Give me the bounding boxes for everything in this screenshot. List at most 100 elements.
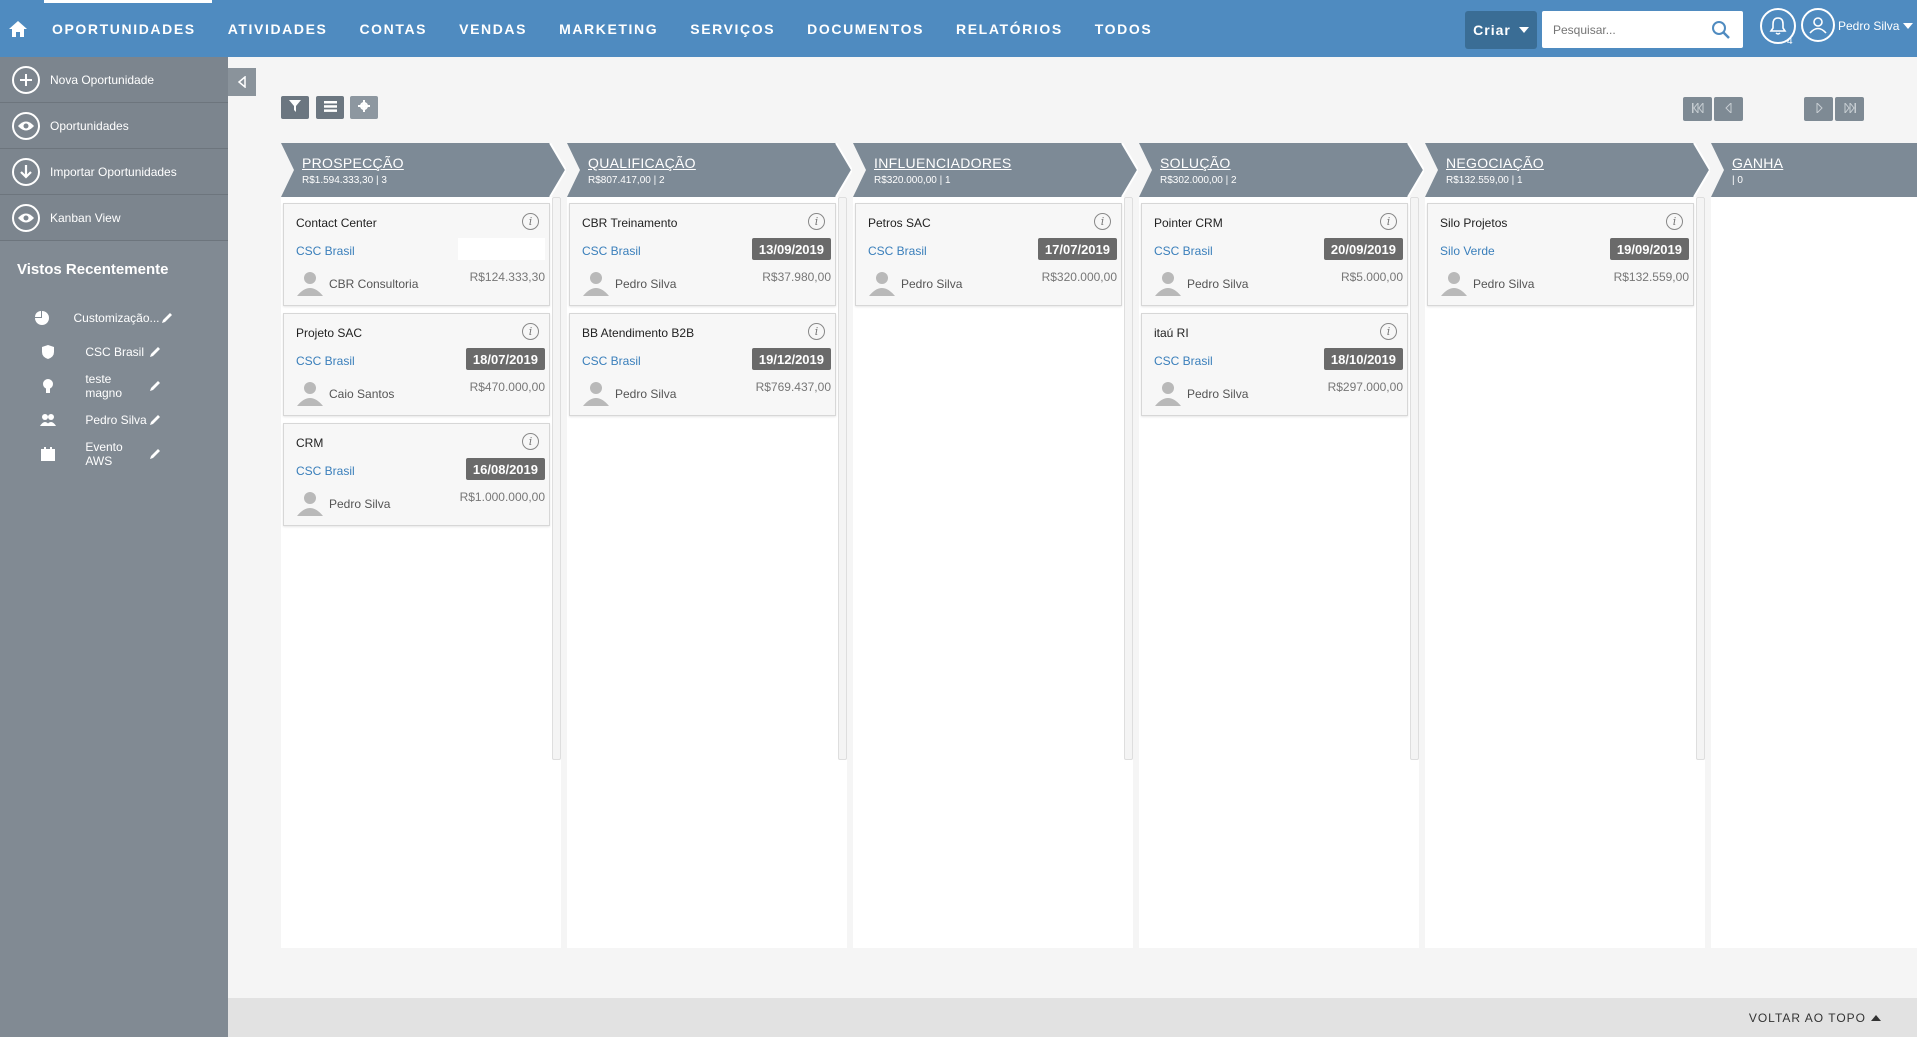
column-scrollbar[interactable] <box>552 197 561 760</box>
previous-page-button[interactable] <box>1714 97 1743 121</box>
info-icon[interactable]: i <box>1380 213 1397 230</box>
info-icon[interactable]: i <box>808 213 825 230</box>
card-title[interactable]: Silo Projetos <box>1440 216 1507 230</box>
nav-servicos[interactable]: Serviços <box>674 0 791 57</box>
card-account-link[interactable]: Silo Verde <box>1440 244 1495 258</box>
opportunity-card[interactable]: Petros SAC i CSC Brasil 17/07/2019 Pedro Sil… <box>855 203 1122 306</box>
nav-vendas[interactable]: Vendas <box>443 0 543 57</box>
column-summary: R$132.559,00 | 1 <box>1446 175 1523 186</box>
opportunity-card[interactable]: itaú RI i CSC Brasil 18/10/2019 Pedro Silva R… <box>1141 313 1408 416</box>
card-title[interactable]: CRM <box>296 436 323 450</box>
info-icon[interactable]: i <box>522 433 539 450</box>
recent-item[interactable]: Pedro Silva <box>0 403 228 437</box>
column-header[interactable]: Ganha | 0 <box>1711 143 1917 197</box>
nav-contas[interactable]: Contas <box>343 0 443 57</box>
card-account-link[interactable]: CSC Brasil <box>582 244 641 258</box>
card-account-link[interactable]: CSC Brasil <box>296 244 355 258</box>
user-icon[interactable] <box>1801 8 1835 42</box>
nav-documentos[interactable]: Documentos <box>791 0 940 57</box>
new-opportunity-action[interactable]: Nova Oportunidade <box>0 57 228 103</box>
card-title[interactable]: Projeto SAC <box>296 326 362 340</box>
card-account-link[interactable]: CSC Brasil <box>296 354 355 368</box>
next-page-button[interactable] <box>1804 97 1833 121</box>
view-opportunities-action[interactable]: Oportunidades <box>0 103 228 149</box>
card-title[interactable]: Pointer CRM <box>1154 216 1223 230</box>
info-icon[interactable]: i <box>1380 323 1397 340</box>
column-scrollbar[interactable] <box>838 197 847 760</box>
info-icon[interactable]: i <box>808 323 825 340</box>
pencil-icon[interactable] <box>148 379 210 393</box>
card-owner: Pedro Silva <box>1187 387 1249 401</box>
last-page-button[interactable] <box>1835 97 1864 121</box>
card-title[interactable]: Contact Center <box>296 216 377 230</box>
card-account-link[interactable]: CSC Brasil <box>1154 244 1213 258</box>
create-button[interactable]: Criar <box>1465 11 1537 49</box>
column-scrollbar[interactable] <box>1124 197 1133 760</box>
column-summary: | 0 <box>1732 175 1743 186</box>
import-opportunities-action[interactable]: Importar Oportunidades <box>0 149 228 195</box>
card-owner: Pedro Silva <box>1473 277 1535 291</box>
card-title[interactable]: BB Atendimento B2B <box>582 326 694 340</box>
pencil-icon[interactable] <box>148 447 210 461</box>
info-icon[interactable]: i <box>1666 213 1683 230</box>
opportunity-card[interactable]: Pointer CRM i CSC Brasil 20/09/2019 Pedro Si… <box>1141 203 1408 306</box>
card-account-link[interactable]: CSC Brasil <box>582 354 641 368</box>
recent-item[interactable]: Evento AWS <box>0 437 228 471</box>
recent-item[interactable]: Customização... <box>0 301 228 335</box>
card-account-link[interactable]: CSC Brasil <box>296 464 355 478</box>
home-icon[interactable] <box>0 0 36 57</box>
column-header[interactable]: Qualificação R$807.417,00 | 2 <box>567 143 852 197</box>
footer: VOLTAR AO TOPO <box>228 998 1917 1037</box>
list-icon <box>323 99 337 117</box>
kanban-column: Solução R$302.000,00 | 2 Pointer CRM i CSC B… <box>1139 143 1424 948</box>
recent-item[interactable]: teste magno <box>0 369 228 403</box>
column-header[interactable]: Prospecção R$1.594.333,30 | 3 <box>281 143 566 197</box>
opportunity-card[interactable]: CRM i CSC Brasil 16/08/2019 Pedro Silva R$1.0… <box>283 423 550 526</box>
nav-atividades[interactable]: Atividades <box>212 0 344 57</box>
column-summary: R$807.417,00 | 2 <box>588 175 665 186</box>
card-account-link[interactable]: CSC Brasil <box>1154 354 1213 368</box>
search-input[interactable] <box>1542 22 1702 37</box>
nav-marketing[interactable]: Marketing <box>543 0 674 57</box>
recent-item-label: Pedro Silva <box>85 413 147 427</box>
card-owner: Pedro Silva <box>329 497 391 511</box>
info-icon[interactable]: i <box>522 323 539 340</box>
info-icon[interactable]: i <box>1094 213 1111 230</box>
kanban-view-action[interactable]: Kanban View <box>0 195 228 241</box>
caret-up-icon <box>1871 1015 1881 1021</box>
pencil-icon[interactable] <box>160 311 210 325</box>
card-account-link[interactable]: CSC Brasil <box>868 244 927 258</box>
column-scrollbar[interactable] <box>1696 197 1705 760</box>
search-icon[interactable] <box>1711 20 1731 45</box>
card-title[interactable]: itaú RI <box>1154 326 1189 340</box>
settings-button[interactable] <box>350 96 378 119</box>
nav-todos[interactable]: Todos <box>1079 0 1169 57</box>
user-menu[interactable]: Pedro Silva <box>1838 19 1914 33</box>
card-title[interactable]: Petros SAC <box>868 216 931 230</box>
nav-oportunidades[interactable]: Oportunidades <box>36 0 212 57</box>
first-page-button[interactable] <box>1683 97 1712 121</box>
search-box[interactable] <box>1542 11 1743 48</box>
action-label: Oportunidades <box>50 118 129 133</box>
nav-relatorios[interactable]: Relatórios <box>940 0 1079 57</box>
opportunity-card[interactable]: Contact Center i CSC Brasil CBR Consultoria… <box>283 203 550 306</box>
column-body: CBR Treinamento i CSC Brasil 13/09/2019 Pedr… <box>567 197 847 948</box>
list-view-button[interactable] <box>316 96 344 119</box>
column-header[interactable]: Influenciadores R$320.000,00 | 1 <box>853 143 1138 197</box>
pencil-icon[interactable] <box>148 413 210 427</box>
pencil-icon[interactable] <box>148 345 210 359</box>
column-scrollbar[interactable] <box>1410 197 1419 760</box>
filter-button[interactable] <box>281 96 309 119</box>
column-header[interactable]: Negociação R$132.559,00 | 1 <box>1425 143 1710 197</box>
recent-item[interactable]: CSC Brasil <box>0 335 228 369</box>
card-title[interactable]: CBR Treinamento <box>582 216 677 230</box>
opportunity-card[interactable]: Silo Projetos i Silo Verde 19/09/2019 Pedro … <box>1427 203 1694 306</box>
opportunity-card[interactable]: CBR Treinamento i CSC Brasil 13/09/2019 Pedr… <box>569 203 836 306</box>
download-icon <box>12 157 40 186</box>
back-to-top-link[interactable]: VOLTAR AO TOPO <box>1749 1011 1881 1025</box>
opportunity-card[interactable]: Projeto SAC i CSC Brasil 18/07/2019 Caio San… <box>283 313 550 416</box>
info-icon[interactable]: i <box>522 213 539 230</box>
collapse-sidebar-button[interactable] <box>228 68 256 96</box>
column-header[interactable]: Solução R$302.000,00 | 2 <box>1139 143 1424 197</box>
opportunity-card[interactable]: BB Atendimento B2B i CSC Brasil 19/12/2019 P… <box>569 313 836 416</box>
